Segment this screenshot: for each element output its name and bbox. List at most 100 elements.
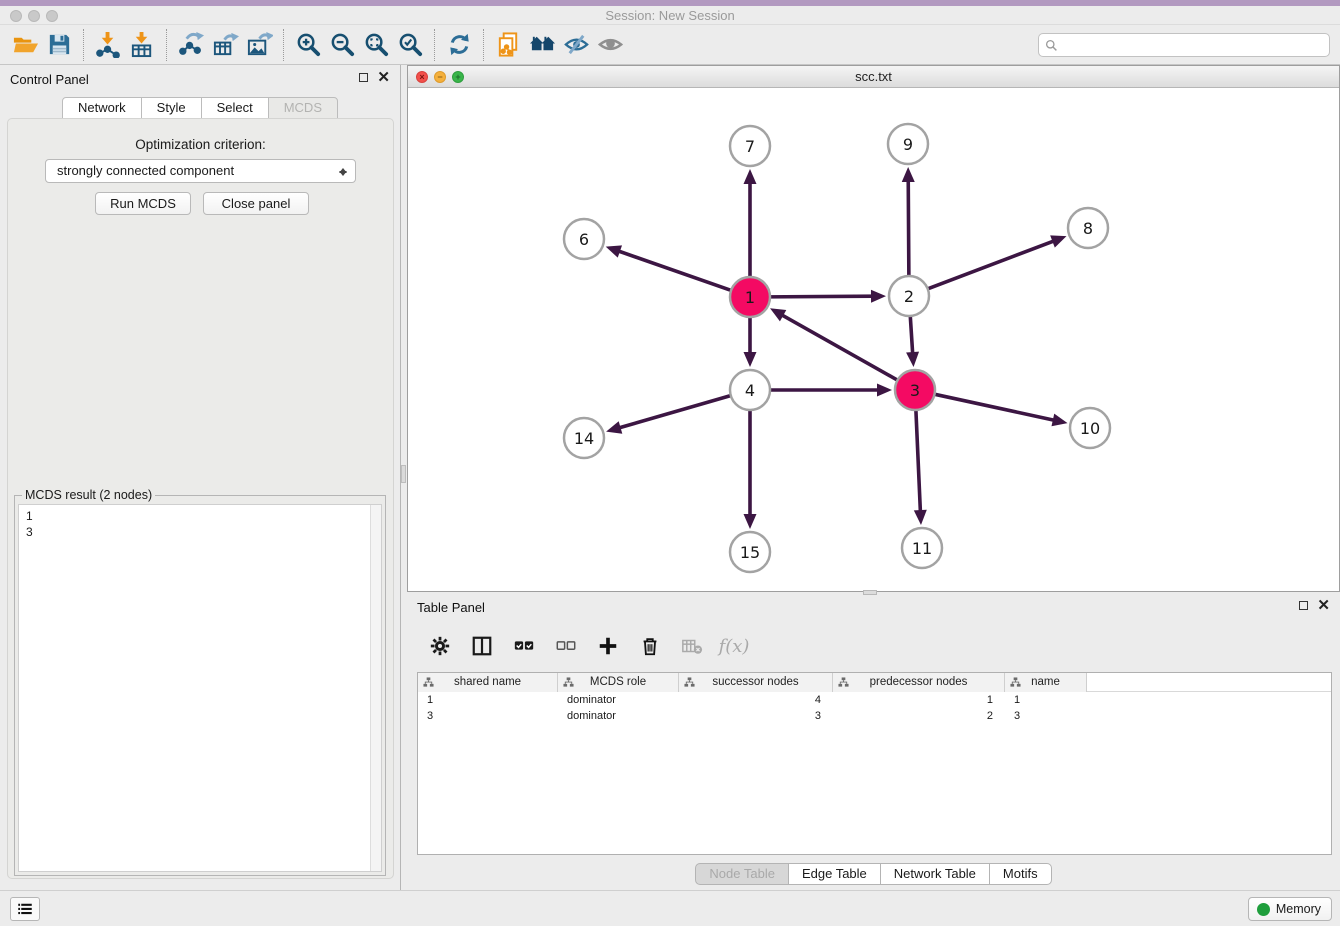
table-cell: 3 [679,708,833,724]
task-history-button[interactable] [10,897,40,921]
export-network-icon[interactable] [174,29,208,61]
graph-edge-2-3[interactable] [906,314,919,367]
table-tab-edge-table[interactable]: Edge Table [788,863,881,885]
graph-node-9[interactable]: 9 [888,124,928,164]
column-header-mcds-role[interactable]: MCDS role [558,673,679,692]
table-tab-network-table[interactable]: Network Table [880,863,990,885]
table-toolbar: f(x) [415,625,747,667]
control-tab-select[interactable]: Select [201,97,269,119]
deselect-all-icon[interactable] [553,633,579,659]
graph-node-4[interactable]: 4 [730,370,770,410]
splitter-grip[interactable] [401,465,406,483]
graph-edge-3-10[interactable] [933,394,1068,426]
column-header-label: name [1031,676,1060,688]
svg-text:15: 15 [740,543,760,562]
graph-node-7[interactable]: 7 [730,126,770,166]
window-title: Session: New Session [0,8,1340,23]
preview-eye-icon [593,29,627,61]
toolbar-separator [283,29,284,61]
delete-column-icon[interactable] [637,633,663,659]
result-scrollbar[interactable] [370,505,381,871]
zoom-fit-icon[interactable] [359,29,393,61]
show-hide-graphics-icon[interactable] [559,29,593,61]
memory-button[interactable]: Memory [1248,897,1332,921]
graph-edge-1-2[interactable] [768,290,886,303]
graph-node-14[interactable]: 14 [564,418,604,458]
table-panel-title: Table Panel [417,600,485,615]
table-panel-float-icon[interactable] [1299,601,1308,610]
clone-network-icon[interactable] [491,29,525,61]
import-network-icon[interactable] [91,29,125,61]
main-toolbar [0,25,1340,65]
import-table-icon[interactable] [125,29,159,61]
run-mcds-button[interactable]: Run MCDS [95,192,191,215]
search-box[interactable] [1038,33,1330,57]
delete-table-icon [679,633,705,659]
save-session-icon[interactable] [42,29,76,61]
mcds-result-area[interactable]: 13 [18,504,382,872]
table-cell: dominator [558,708,679,724]
column-header-name[interactable]: name [1005,673,1087,692]
table-tab-motifs[interactable]: Motifs [989,863,1052,885]
svg-text:9: 9 [903,135,913,154]
graph-node-8[interactable]: 8 [1068,208,1108,248]
column-header-shared-name[interactable]: shared name [418,673,558,692]
network-canvas[interactable]: 7 9 6 8 1 2 4 3 14 10 15 11 [408,88,1339,591]
application-window: Session: New Session Control Panel ✕ Net… [0,0,1340,926]
table-row[interactable]: 1dominator411 [418,692,1331,708]
graph-edge-3-11[interactable] [914,408,927,525]
first-neighbors-icon[interactable] [525,29,559,61]
graph-edge-1-7[interactable] [744,169,757,279]
graph-node-10[interactable]: 10 [1070,408,1110,448]
column-header-label: MCDS role [590,676,646,688]
zoom-out-icon[interactable] [325,29,359,61]
control-tab-network[interactable]: Network [62,97,142,119]
graph-node-2[interactable]: 2 [889,276,929,316]
graph-edge-1-6[interactable] [606,245,733,291]
show-columns-icon[interactable] [469,633,495,659]
select-all-icon[interactable] [511,633,537,659]
table-tab-node-table[interactable]: Node Table [695,863,789,885]
table-panel-close-icon[interactable]: ✕ [1317,601,1330,610]
graph-edge-4-3[interactable] [768,384,892,397]
zoom-in-icon[interactable] [291,29,325,61]
table-cell: 3 [418,708,558,724]
control-tab-style[interactable]: Style [141,97,202,119]
graph-node-6[interactable]: 6 [564,219,604,259]
select-stepper-icon [338,164,348,180]
graph-node-11[interactable]: 11 [902,528,942,568]
control-panel-float-icon[interactable] [359,73,368,82]
export-table-icon[interactable] [208,29,242,61]
graph-edge-2-9[interactable] [902,167,915,278]
optimization-criterion-select[interactable]: strongly connected component [45,159,356,183]
column-header-label: predecessor nodes [870,676,968,688]
add-column-icon[interactable] [595,633,621,659]
control-tab-mcds[interactable]: MCDS [268,97,338,119]
toolbar-separator [166,29,167,61]
table-row[interactable]: 3dominator323 [418,708,1331,724]
close-panel-button[interactable]: Close panel [203,192,309,215]
graph-edge-4-15[interactable] [744,408,757,529]
open-folder-icon[interactable] [8,29,42,61]
column-header-successor-nodes[interactable]: successor nodes [679,673,833,692]
control-panel-close-icon[interactable]: ✕ [377,73,390,82]
graph-edge-2-8[interactable] [926,235,1067,289]
graph-edge-4-14[interactable] [606,395,733,434]
network-title: scc.txt [408,69,1339,84]
mcds-panel: Optimization criterion: strongly connect… [7,118,394,879]
zoom-selected-icon[interactable] [393,29,427,61]
svg-text:1: 1 [745,288,755,307]
graph-edge-3-1[interactable] [770,308,899,381]
apply-layout-icon[interactable] [442,29,476,61]
graph-node-3[interactable]: 3 [895,370,935,410]
node-table: shared name MCDS role successor nodes prede… [417,672,1332,855]
control-panel-title: Control Panel [10,72,89,87]
network-window-titlebar[interactable]: × − + scc.txt [408,66,1339,88]
graph-node-15[interactable]: 15 [730,532,770,572]
graph-edge-1-4[interactable] [744,315,757,367]
graph-node-1[interactable]: 1 [730,277,770,317]
export-image-icon[interactable] [242,29,276,61]
column-header-predecessor-nodes[interactable]: predecessor nodes [833,673,1005,692]
table-settings-gear-icon[interactable] [427,633,453,659]
search-input[interactable] [1062,37,1323,53]
